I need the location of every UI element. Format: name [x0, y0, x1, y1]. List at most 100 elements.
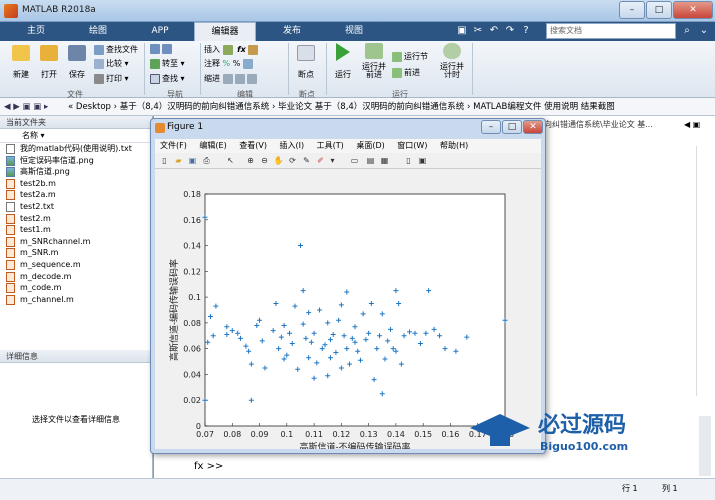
detail-text: 选择文件以查看详细信息	[32, 415, 120, 424]
percent-icon: %	[222, 59, 231, 68]
figure-toolbar: ▯ ▰ ▣ ⎙ ↖ ⊕ ⊖ ✋ ⟳ ✎ ✐ ▾ ▭ ▤ ▦ ▯ ▣	[155, 153, 541, 169]
close-button[interactable]: ✕	[673, 1, 713, 19]
address-bar[interactable]: ◀ ▶ ▣ ▣ ▸ « Desktop › 基于（8,4）汉明码的前向纠错通信系统…	[0, 98, 715, 116]
advance-button[interactable]: 前进	[392, 67, 420, 78]
x-tick-label: 0.11	[305, 430, 323, 439]
current-folder-header: 当前文件夹	[0, 116, 152, 129]
minimize-button[interactable]: –	[619, 1, 645, 19]
save-figure-icon[interactable]: ▣	[187, 155, 198, 166]
fx-button[interactable]: fx	[237, 45, 246, 54]
address-path[interactable]: « Desktop › 基于（8,4）汉明码的前向纠错通信系统 › 毕业论文 基…	[68, 102, 615, 112]
rotate-icon[interactable]: ⟳	[287, 155, 298, 166]
goto-button[interactable]: 转至 ▾	[150, 58, 185, 69]
compare-button[interactable]: 比较 ▾	[94, 58, 129, 69]
insert-button[interactable]: 插入 fx	[204, 44, 260, 55]
figure-maximize-button[interactable]: □	[502, 120, 522, 134]
hide-tools-icon[interactable]: ▯	[403, 155, 414, 166]
file-item[interactable]: m_SNRchannel.m	[0, 236, 152, 248]
file-item[interactable]: 高斯信道.png	[0, 166, 152, 178]
figure-close-button[interactable]: ✕	[523, 120, 543, 134]
window-title: MATLAB R2018a	[22, 5, 96, 15]
menu-edit[interactable]: 编辑(E)	[194, 139, 231, 153]
search-docs-input[interactable]: 搜索文档	[546, 23, 676, 39]
data-cursor-icon[interactable]: ✎	[301, 155, 312, 166]
goto-icons[interactable]	[150, 44, 174, 54]
find-button[interactable]: 查找 ▾	[150, 73, 185, 84]
menu-insert[interactable]: 插入(I)	[275, 139, 310, 153]
menu-help[interactable]: 帮助(H)	[435, 139, 473, 153]
pointer-icon[interactable]: ↖	[225, 155, 236, 166]
cut-icon[interactable]: ✂	[471, 24, 485, 38]
run-advance-button[interactable]: 运行并 前进	[360, 43, 388, 79]
file-item[interactable]: 我的matlab代码(使用说明).txt	[0, 143, 152, 155]
zoom-out-icon[interactable]: ⊖	[259, 155, 270, 166]
menu-tools[interactable]: 工具(T)	[312, 139, 349, 153]
show-tools-icon[interactable]: ▣	[417, 155, 428, 166]
file-item[interactable]: test1.m	[0, 224, 152, 236]
print-button[interactable]: 打印 ▾	[94, 73, 129, 84]
open-button[interactable]: 打开	[38, 45, 60, 80]
folder-icon	[40, 45, 58, 61]
file-item[interactable]: m_channel.m	[0, 294, 152, 306]
file-name: m_decode.m	[20, 271, 72, 281]
comment-button[interactable]: 注释 % %	[204, 58, 255, 69]
image-file-icon	[6, 155, 15, 166]
menu-view[interactable]: 查看(V)	[234, 139, 272, 153]
nav-arrows-icon[interactable]: ◀ ▶ ▣ ▣ ▸	[0, 98, 68, 116]
maximize-button[interactable]: □	[646, 1, 672, 19]
save-quick-icon[interactable]: ▣	[455, 24, 469, 38]
panel-collapse-icon[interactable]: ◀ ▣	[684, 120, 714, 140]
tab-view[interactable]: 视图	[324, 22, 384, 41]
open-file-icon[interactable]: ▰	[173, 155, 184, 166]
menu-file[interactable]: 文件(F)	[155, 139, 192, 153]
file-item[interactable]: m_SNR.m	[0, 247, 152, 259]
text-file-icon	[6, 144, 15, 154]
tab-apps[interactable]: APP	[130, 22, 190, 41]
name-column-header[interactable]: 名称 ▾	[0, 129, 152, 143]
tab-publish[interactable]: 发布	[262, 22, 322, 41]
file-item[interactable]: m_code.m	[0, 282, 152, 294]
new-button[interactable]: 新建	[10, 45, 32, 80]
file-item[interactable]: m_sequence.m	[0, 259, 152, 271]
print-figure-icon[interactable]: ⎙	[201, 155, 212, 166]
tab-editor[interactable]: 编辑器	[194, 22, 256, 41]
search-icon[interactable]: ⌕	[680, 24, 694, 38]
scrollbar[interactable]	[699, 416, 711, 476]
advance-icon	[392, 67, 402, 78]
figure-minimize-button[interactable]: –	[481, 120, 501, 134]
editor-tab[interactable]: 向纠错通信系统\毕业论文 基...	[544, 119, 653, 130]
run-button[interactable]: 运行	[332, 43, 354, 80]
file-item[interactable]: test2.txt	[0, 201, 152, 213]
help-icon[interactable]: ?	[519, 24, 533, 38]
menu-window[interactable]: 窗口(W)	[392, 139, 432, 153]
run-time-button[interactable]: 运行并 计时	[438, 43, 466, 79]
save-button[interactable]: 保存	[66, 45, 88, 80]
pan-icon[interactable]: ✋	[273, 155, 284, 166]
menu-desktop[interactable]: 桌面(D)	[351, 139, 389, 153]
redo-icon[interactable]: ↷	[503, 24, 517, 38]
m-file-icon	[6, 283, 15, 294]
file-item[interactable]: 恒定误码率信道.png	[0, 155, 152, 167]
y-tick-label: 0.02	[183, 396, 201, 405]
find-files-button[interactable]: 查找文件	[94, 44, 138, 55]
colorbar-icon[interactable]: ▤	[365, 155, 376, 166]
undo-icon[interactable]: ↶	[487, 24, 501, 38]
legend-icon[interactable]: ▦	[379, 155, 390, 166]
brush-icon[interactable]: ✐	[315, 155, 326, 166]
zoom-in-icon[interactable]: ⊕	[245, 155, 256, 166]
tab-home[interactable]: 主页	[6, 22, 66, 41]
indent-button[interactable]: 缩进	[204, 73, 259, 84]
new-figure-icon[interactable]: ▯	[159, 155, 170, 166]
file-item[interactable]: test2a.m	[0, 189, 152, 201]
command-prompt[interactable]: fx >>	[194, 461, 223, 472]
brush-dropdown-icon[interactable]: ▾	[327, 155, 338, 166]
divider	[288, 43, 289, 95]
file-item[interactable]: test2b.m	[0, 178, 152, 190]
expand-icon[interactable]: ⌄	[697, 24, 711, 38]
tab-plots[interactable]: 绘图	[68, 22, 128, 41]
run-section-button[interactable]: 运行节	[392, 51, 428, 62]
file-item[interactable]: test2.m	[0, 213, 152, 225]
file-item[interactable]: m_decode.m	[0, 271, 152, 283]
link-icon[interactable]: ▭	[349, 155, 360, 166]
breakpoint-button[interactable]: 断点	[296, 45, 316, 80]
